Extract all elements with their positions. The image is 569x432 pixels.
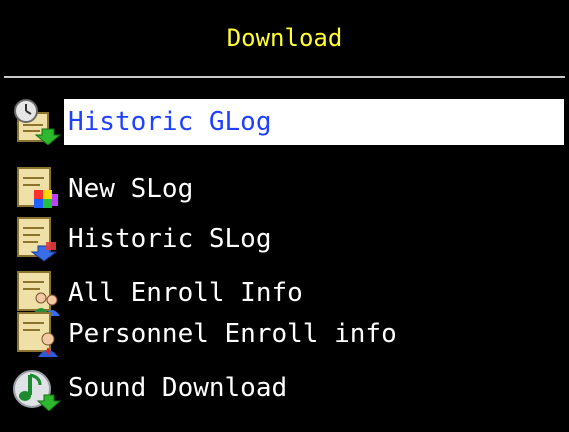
menu-item-label: New SLog	[68, 174, 194, 204]
color-palette-icon	[10, 166, 64, 212]
download-menu: Historic GLog New SLog Historic SLog All…	[0, 0, 569, 432]
menu-item-label: Sound Download	[68, 373, 288, 403]
menu-item-historic-glog[interactable]: Historic GLog	[10, 99, 565, 145]
music-note-download-icon	[10, 365, 64, 411]
menu-item-all-enroll-info[interactable]: All Enroll Info	[10, 270, 565, 316]
person-icon	[10, 311, 64, 357]
menu-item-label: Personnel Enroll info	[68, 319, 397, 349]
menu-item-label: Historic SLog	[68, 224, 272, 254]
menu-item-label: Historic GLog	[68, 107, 272, 137]
menu-item-personnel-enroll-info[interactable]: Personnel Enroll info	[10, 311, 565, 357]
menu-item-historic-slog[interactable]: Historic SLog	[10, 216, 565, 262]
download-screen: Download Historic GLog New SLog Historic…	[0, 0, 569, 432]
menu-item-new-slog[interactable]: New SLog	[10, 166, 565, 212]
menu-item-label: All Enroll Info	[68, 278, 303, 308]
clock-download-icon	[10, 99, 64, 145]
scroll-download-icon	[10, 216, 64, 262]
menu-item-sound-download[interactable]: Sound Download	[10, 365, 565, 411]
users-icon	[10, 270, 64, 316]
